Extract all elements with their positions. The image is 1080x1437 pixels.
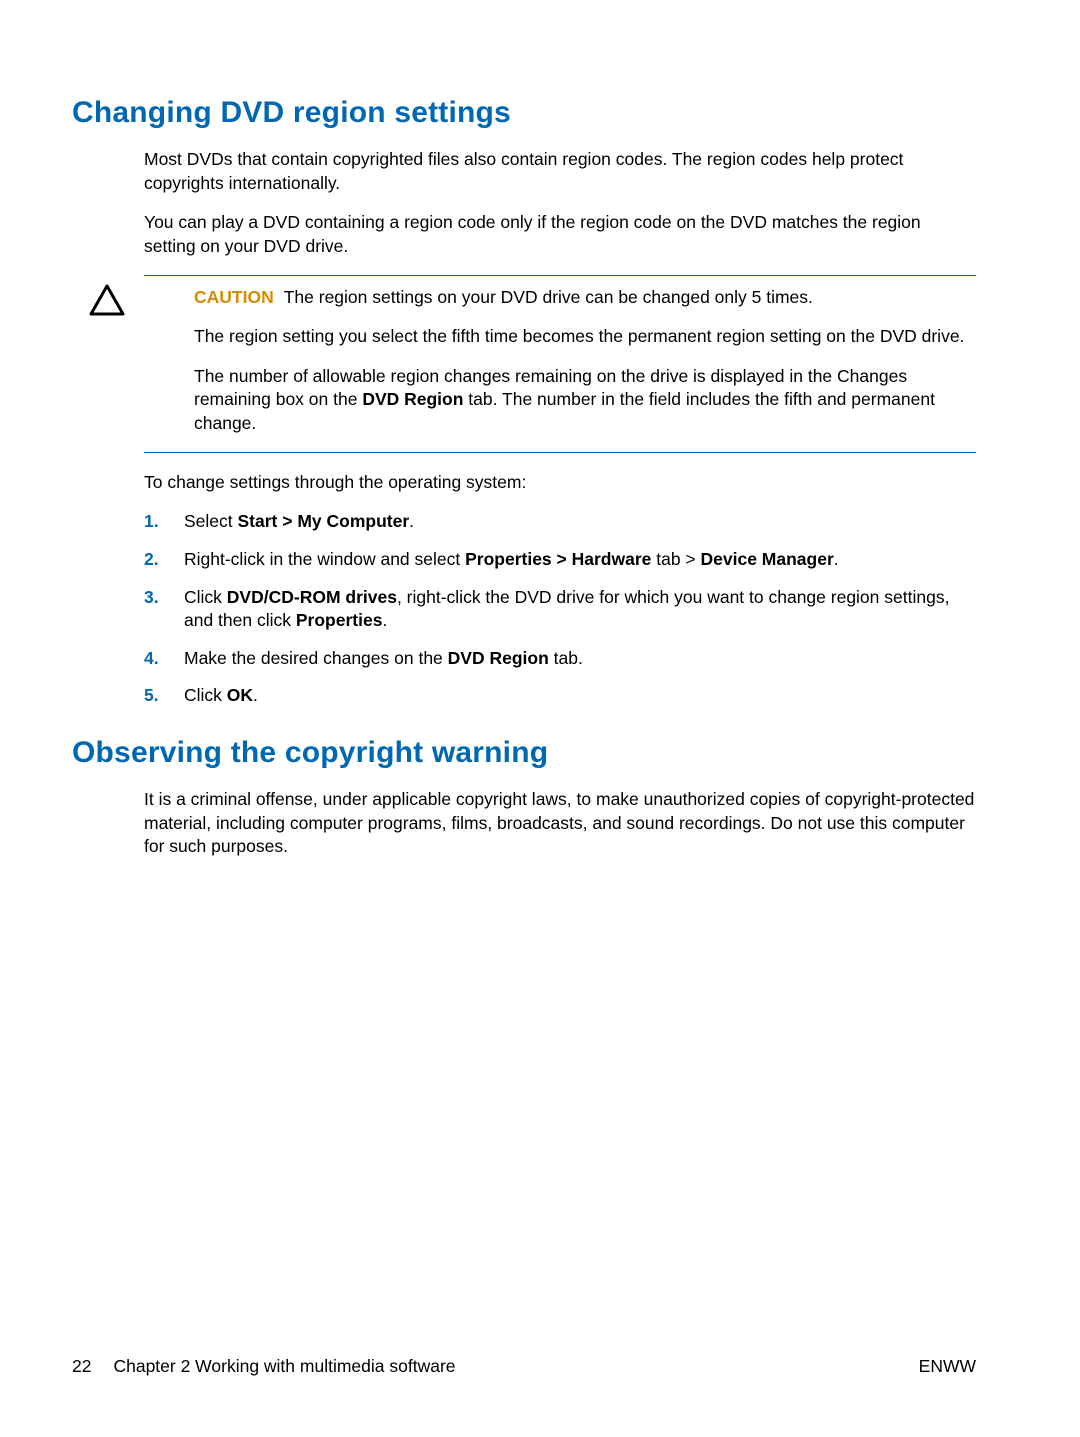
- ordered-steps: Select Start > My Computer. Right-click …: [144, 510, 976, 708]
- chapter-title: Chapter 2 Working with multimedia softwa…: [113, 1356, 455, 1377]
- paragraph: Most DVDs that contain copyrighted files…: [144, 148, 976, 195]
- paragraph: To change settings through the operating…: [144, 471, 976, 495]
- page-footer: 22 Chapter 2 Working with multimedia sof…: [72, 1356, 976, 1377]
- heading-changing-dvd-region-settings: Changing DVD region settings: [72, 96, 976, 130]
- document-page: Changing DVD region settings Most DVDs t…: [0, 0, 1080, 1437]
- caution-text: The region settings on your DVD drive ca…: [284, 287, 813, 307]
- caution-box: CAUTION The region settings on your DVD d…: [144, 275, 976, 453]
- caution-icon: [89, 284, 125, 321]
- paragraph: You can play a DVD containing a region c…: [144, 211, 976, 258]
- caution-content: CAUTION The region settings on your DVD d…: [194, 286, 976, 436]
- caution-line: The region setting you select the fifth …: [194, 325, 976, 349]
- step-item: Right-click in the window and select Pro…: [144, 548, 976, 572]
- step-item: Click OK.: [144, 684, 976, 708]
- step-item: Make the desired changes on the DVD Regi…: [144, 647, 976, 671]
- step-item: Select Start > My Computer.: [144, 510, 976, 534]
- footer-left: 22 Chapter 2 Working with multimedia sof…: [72, 1356, 456, 1377]
- heading-observing-the-copyright-warning: Observing the copyright warning: [72, 736, 976, 770]
- caution-line: CAUTION The region settings on your DVD d…: [194, 286, 976, 310]
- caution-line: The number of allowable region changes r…: [194, 365, 976, 436]
- page-number: 22: [72, 1356, 91, 1377]
- caution-label: CAUTION: [194, 287, 274, 307]
- paragraph: It is a criminal offense, under applicab…: [144, 788, 976, 859]
- footer-right: ENWW: [919, 1356, 976, 1377]
- step-item: Click DVD/CD-ROM drives, right-click the…: [144, 586, 976, 633]
